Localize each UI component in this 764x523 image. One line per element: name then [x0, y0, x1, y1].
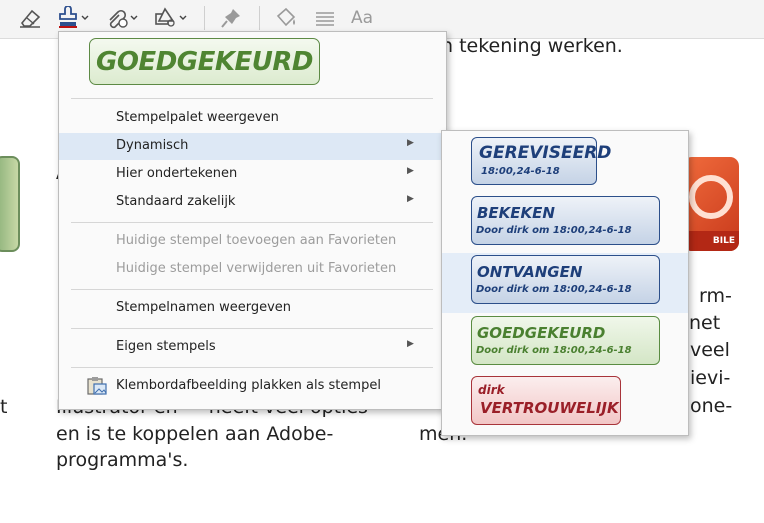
- stamp-received[interactable]: ONTVANGEN Door dirk om 18:00,24-6-18: [471, 255, 660, 304]
- menu-item-remove-favorite: Huidige stempel verwijderen uit Favoriet…: [116, 261, 397, 276]
- menu-item-add-favorite: Huidige stempel toevoegen aan Favorieten: [116, 233, 397, 248]
- stamp-reviewed[interactable]: BEKEKEN Door dirk om 18:00,24-6-18: [471, 196, 660, 245]
- doc-text-fragment: net: [689, 312, 721, 334]
- dynamic-stamps-submenu: GEREVISEERD 18:00,24-6-18 BEKEKEN Door d…: [441, 130, 689, 436]
- font-size-icon[interactable]: Aa: [351, 8, 373, 28]
- menu-item-standard-business[interactable]: Standaard zakelijk ▶: [59, 189, 446, 216]
- doc-text-line: programma's.: [56, 449, 189, 471]
- lines-icon[interactable]: [312, 5, 338, 31]
- eraser-icon[interactable]: [16, 5, 44, 31]
- doc-thumbnail-right: BILE: [683, 157, 739, 251]
- toolbar-separator: [204, 6, 205, 30]
- stamp-confidential[interactable]: dirk VERTROUWELIJK: [471, 376, 621, 425]
- doc-text-fragment: rm-: [699, 285, 732, 307]
- menu-separator: [71, 328, 433, 329]
- stamp-menu: GOEDGEKEURD Stempelpalet weergeven Dynam…: [58, 31, 447, 410]
- doc-text-fragment: t: [0, 396, 8, 418]
- submenu-arrow-icon: ▶: [407, 166, 414, 176]
- doc-text-line: en is te koppelen aan Adobe-: [56, 423, 334, 445]
- submenu-arrow-icon: ▶: [407, 194, 414, 204]
- fill-icon[interactable]: [271, 5, 301, 31]
- menu-item-custom-stamps[interactable]: Eigen stempels ▶: [59, 334, 446, 361]
- doc-text-fragment: one-: [690, 395, 733, 417]
- doc-text-fragment: ievi-: [690, 367, 731, 389]
- doc-thumbnail-left: [0, 156, 20, 252]
- menu-item-dynamic[interactable]: Dynamisch ▶: [59, 133, 446, 160]
- pin-icon[interactable]: [218, 5, 244, 31]
- doc-text-fragment: veel: [690, 339, 730, 361]
- doc-text-line: n tekening werken.: [441, 35, 623, 57]
- menu-separator: [71, 289, 433, 290]
- menu-item-show-stamp-palette[interactable]: Stempelpalet weergeven: [59, 105, 446, 132]
- submenu-arrow-icon: ▶: [407, 339, 414, 349]
- clipboard-image-icon: [86, 376, 108, 400]
- stamp-revised[interactable]: GEREVISEERD 18:00,24-6-18: [471, 137, 611, 185]
- menu-separator: [71, 367, 433, 368]
- shapes-icon[interactable]: [152, 5, 188, 31]
- submenu-arrow-icon: ▶: [407, 138, 414, 148]
- stamp-icon[interactable]: [56, 5, 90, 31]
- menu-item-paste-clipboard-stamp[interactable]: Klembordafbeelding plakken als stempel: [59, 373, 446, 400]
- toolbar-separator: [259, 6, 260, 30]
- stamp-approved[interactable]: GOEDGEKEURD Door dirk om 18:00,24-6-18: [471, 316, 660, 365]
- approved-stamp-preview[interactable]: GOEDGEKEURD: [89, 38, 320, 85]
- menu-item-sign-here[interactable]: Hier ondertekenen ▶: [59, 161, 446, 188]
- menu-separator: [71, 222, 433, 223]
- attach-icon[interactable]: [104, 5, 138, 31]
- menu-item-show-stamp-names[interactable]: Stempelnamen weergeven: [59, 295, 446, 322]
- menu-separator: [71, 98, 433, 99]
